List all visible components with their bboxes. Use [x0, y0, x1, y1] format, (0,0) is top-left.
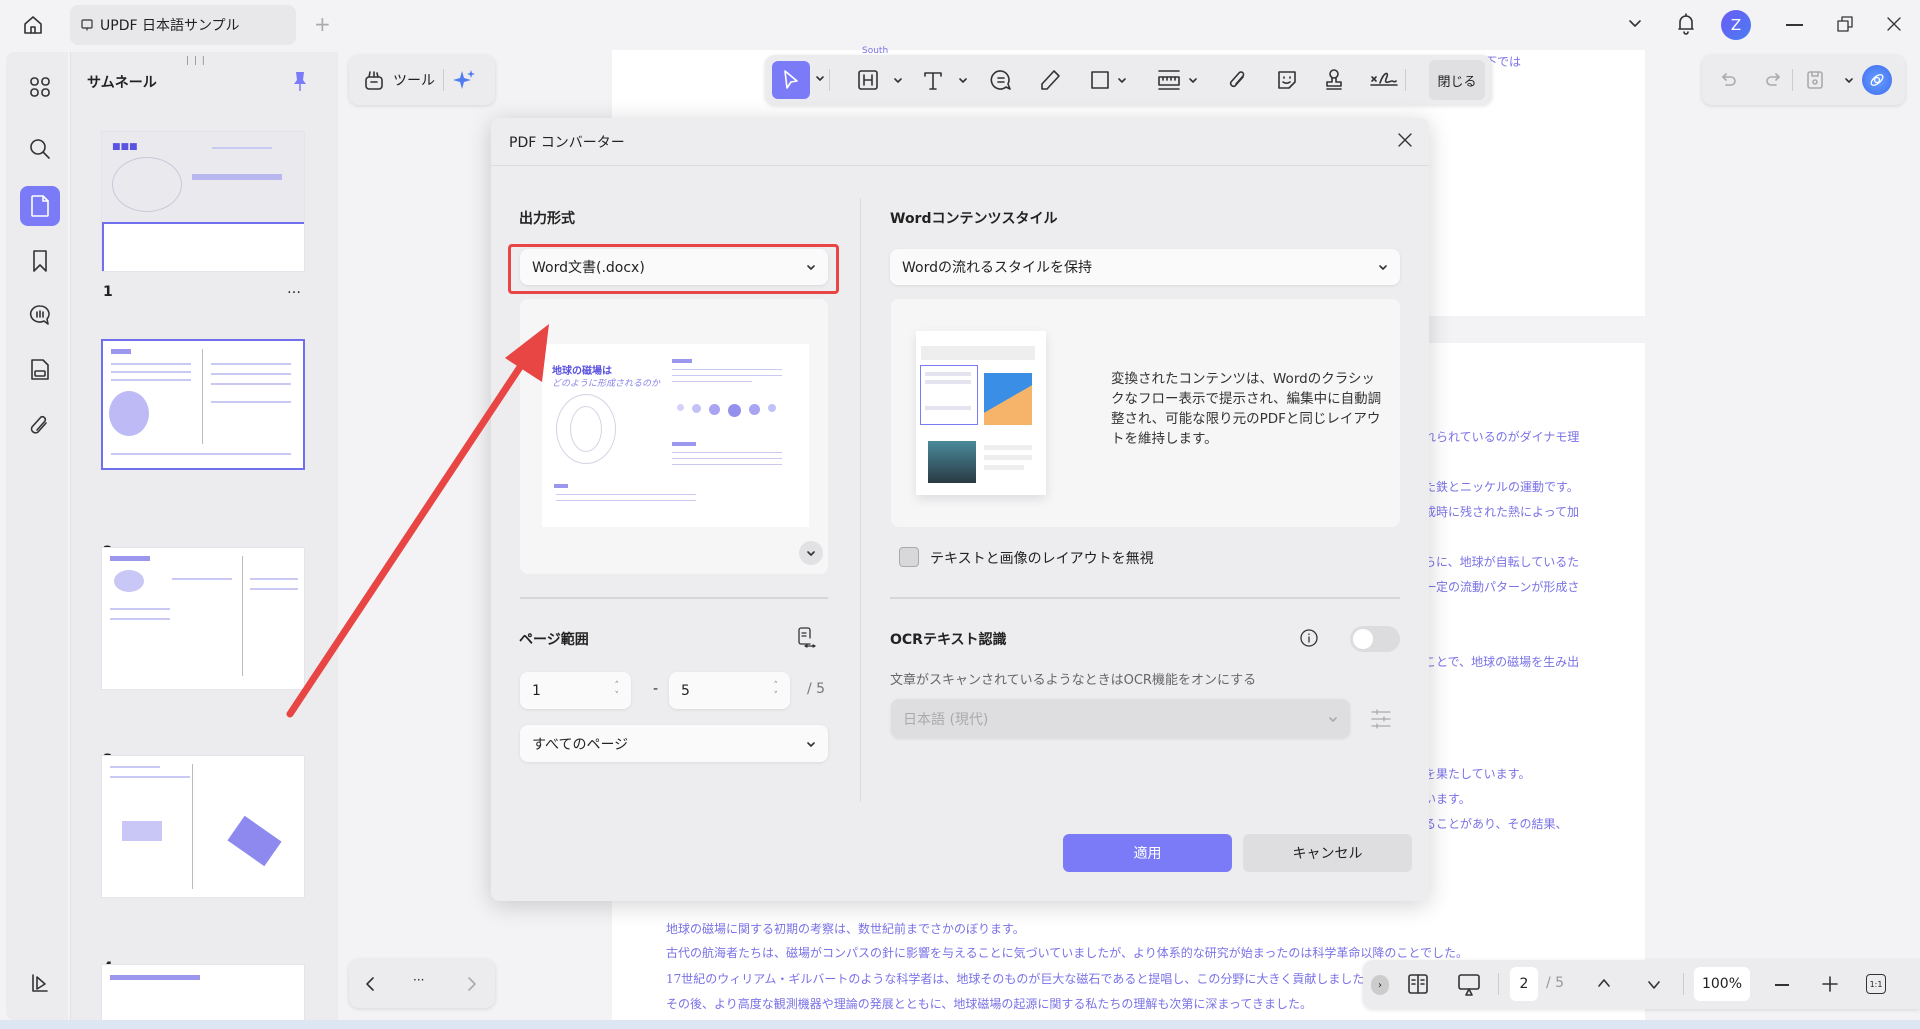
more-button[interactable]: ···	[413, 973, 424, 987]
current-page-input[interactable]: 2	[1510, 967, 1538, 1001]
collapse-toolbar-button[interactable]: ›	[1371, 975, 1389, 995]
red-arrow-annotation	[286, 324, 549, 718]
previous-page-icon[interactable]	[1597, 978, 1611, 988]
previous-arrow-icon[interactable]	[365, 976, 375, 992]
view-toolbar: › 2 / 5 100% 1:1	[1363, 960, 1920, 1009]
taskbar-edge	[0, 1020, 1920, 1029]
page-nav-pill: ···	[349, 959, 495, 1008]
next-arrow-icon[interactable]	[467, 976, 477, 992]
zoom-level-input[interactable]: 100%	[1694, 967, 1750, 1001]
next-page-icon[interactable]	[1647, 980, 1661, 990]
zoom-in-button[interactable]	[1822, 976, 1838, 992]
zoom-out-button[interactable]	[1775, 984, 1789, 986]
presentation-icon[interactable]	[1457, 973, 1481, 997]
total-pages: / 5	[1546, 975, 1565, 991]
actual-size-button[interactable]: 1:1	[1866, 974, 1886, 994]
page-layout-icon[interactable]	[1407, 973, 1429, 995]
